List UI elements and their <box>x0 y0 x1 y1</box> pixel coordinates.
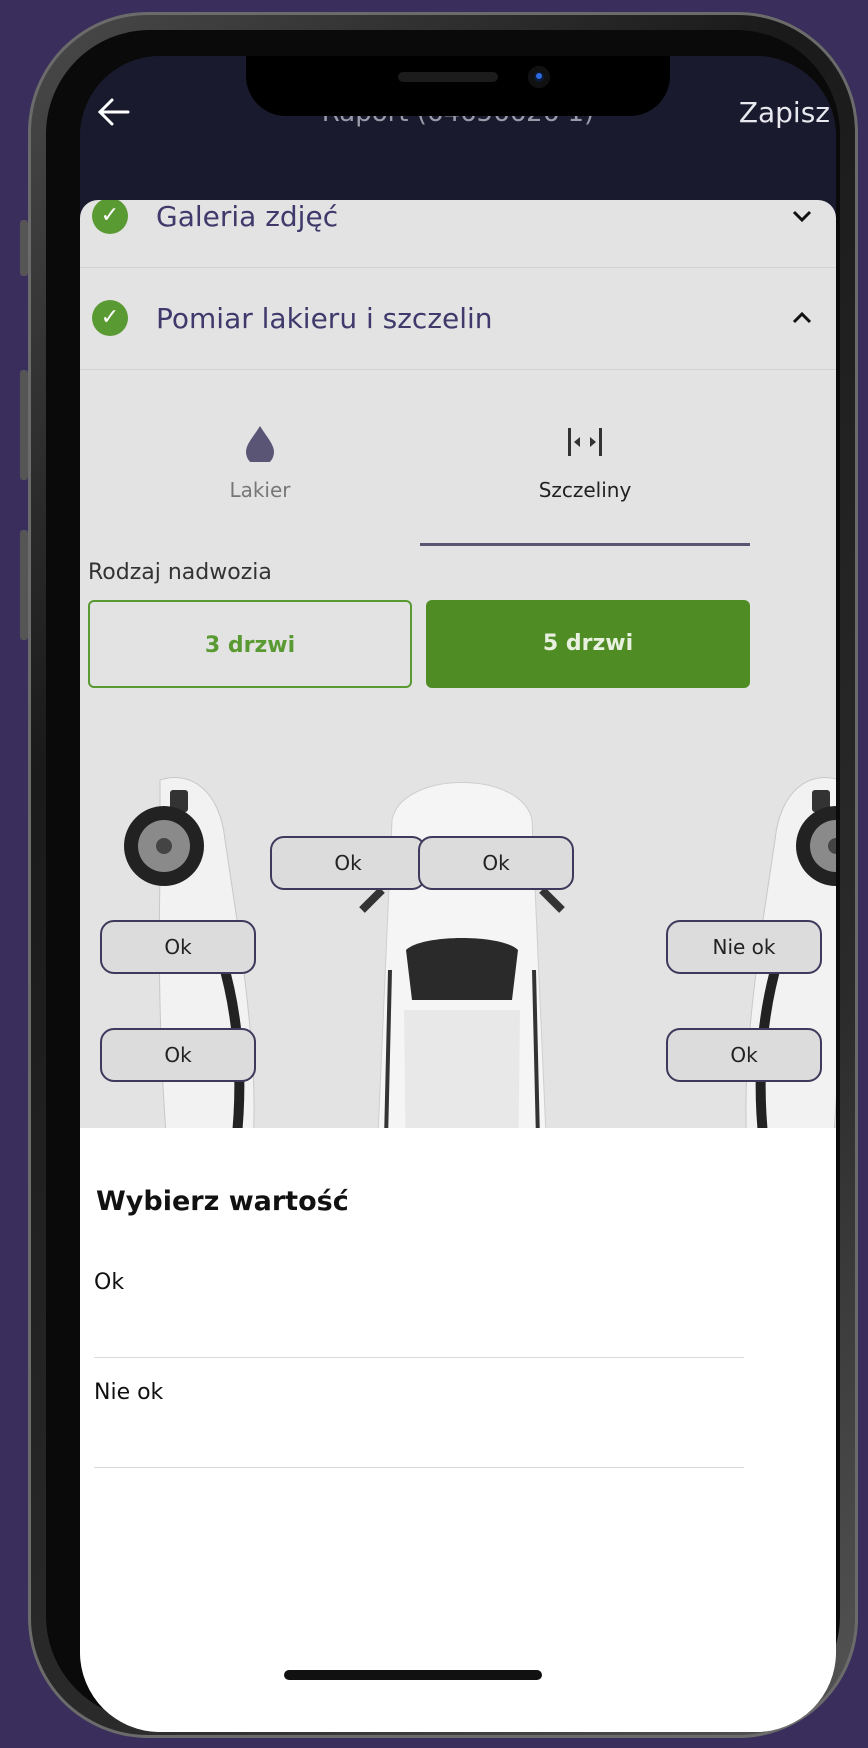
gap-measure-icon <box>568 428 602 456</box>
gap-front-left-button[interactable]: Ok <box>270 836 426 890</box>
option-not-ok[interactable]: Nie ok <box>94 1358 744 1468</box>
tab-label: Lakier <box>229 478 291 502</box>
three-door-button[interactable]: 3 drzwi <box>88 600 412 688</box>
home-indicator[interactable] <box>284 1670 542 1680</box>
active-tab-indicator <box>420 543 750 546</box>
accordion-paint-gap-measurement[interactable]: ✓ Pomiar lakieru i szczelin <box>80 268 836 370</box>
save-button[interactable]: Zapisz <box>739 96 830 129</box>
option-label: Ok <box>94 1270 125 1295</box>
drop-icon <box>246 426 274 462</box>
device-notch <box>246 56 670 116</box>
accordion-label: Pomiar lakieru i szczelin <box>156 302 493 335</box>
check-icon: ✓ <box>92 200 128 234</box>
option-ok[interactable]: Ok <box>94 1248 744 1358</box>
gap-left-front-door-button[interactable]: Ok <box>100 920 256 974</box>
value-picker-sheet: Wybierz wartość Ok Nie ok <box>80 1128 836 1732</box>
check-icon: ✓ <box>92 300 128 336</box>
tab-paint[interactable]: Lakier <box>110 410 410 546</box>
silent-switch <box>20 220 28 276</box>
app-screen: Raport (64656626 1) Zapisz ✓ Galeria zdj… <box>80 56 836 1732</box>
volume-up-button <box>20 370 28 480</box>
sheet-title: Wybierz wartość <box>96 1186 349 1217</box>
car-diagram: Ok Ok Ok Nie ok Ok Ok Ok Ok <box>80 760 836 1184</box>
volume-down-button <box>20 530 28 640</box>
tab-label: Szczeliny <box>538 478 632 502</box>
accordion-label: Galeria zdjęć <box>156 200 339 233</box>
speaker-grille <box>398 72 498 82</box>
accordion-photo-gallery[interactable]: ✓ Galeria zdjęć <box>80 200 836 268</box>
chevron-up-icon[interactable] <box>790 306 814 330</box>
option-label: Nie ok <box>94 1380 164 1405</box>
body-type-label: Rodzaj nadwozia <box>88 560 272 585</box>
chevron-down-icon[interactable] <box>790 204 814 228</box>
gap-right-rear-door-button[interactable]: Ok <box>666 1028 822 1082</box>
gap-right-front-door-button[interactable]: Nie ok <box>666 920 822 974</box>
five-door-button[interactable]: 5 drzwi <box>426 600 750 688</box>
gap-front-right-button[interactable]: Ok <box>418 836 574 890</box>
gap-left-rear-door-button[interactable]: Ok <box>100 1028 256 1082</box>
car-top-view-image <box>359 782 565 1180</box>
tab-gaps[interactable]: Szczeliny <box>420 410 750 546</box>
front-camera <box>528 66 550 88</box>
